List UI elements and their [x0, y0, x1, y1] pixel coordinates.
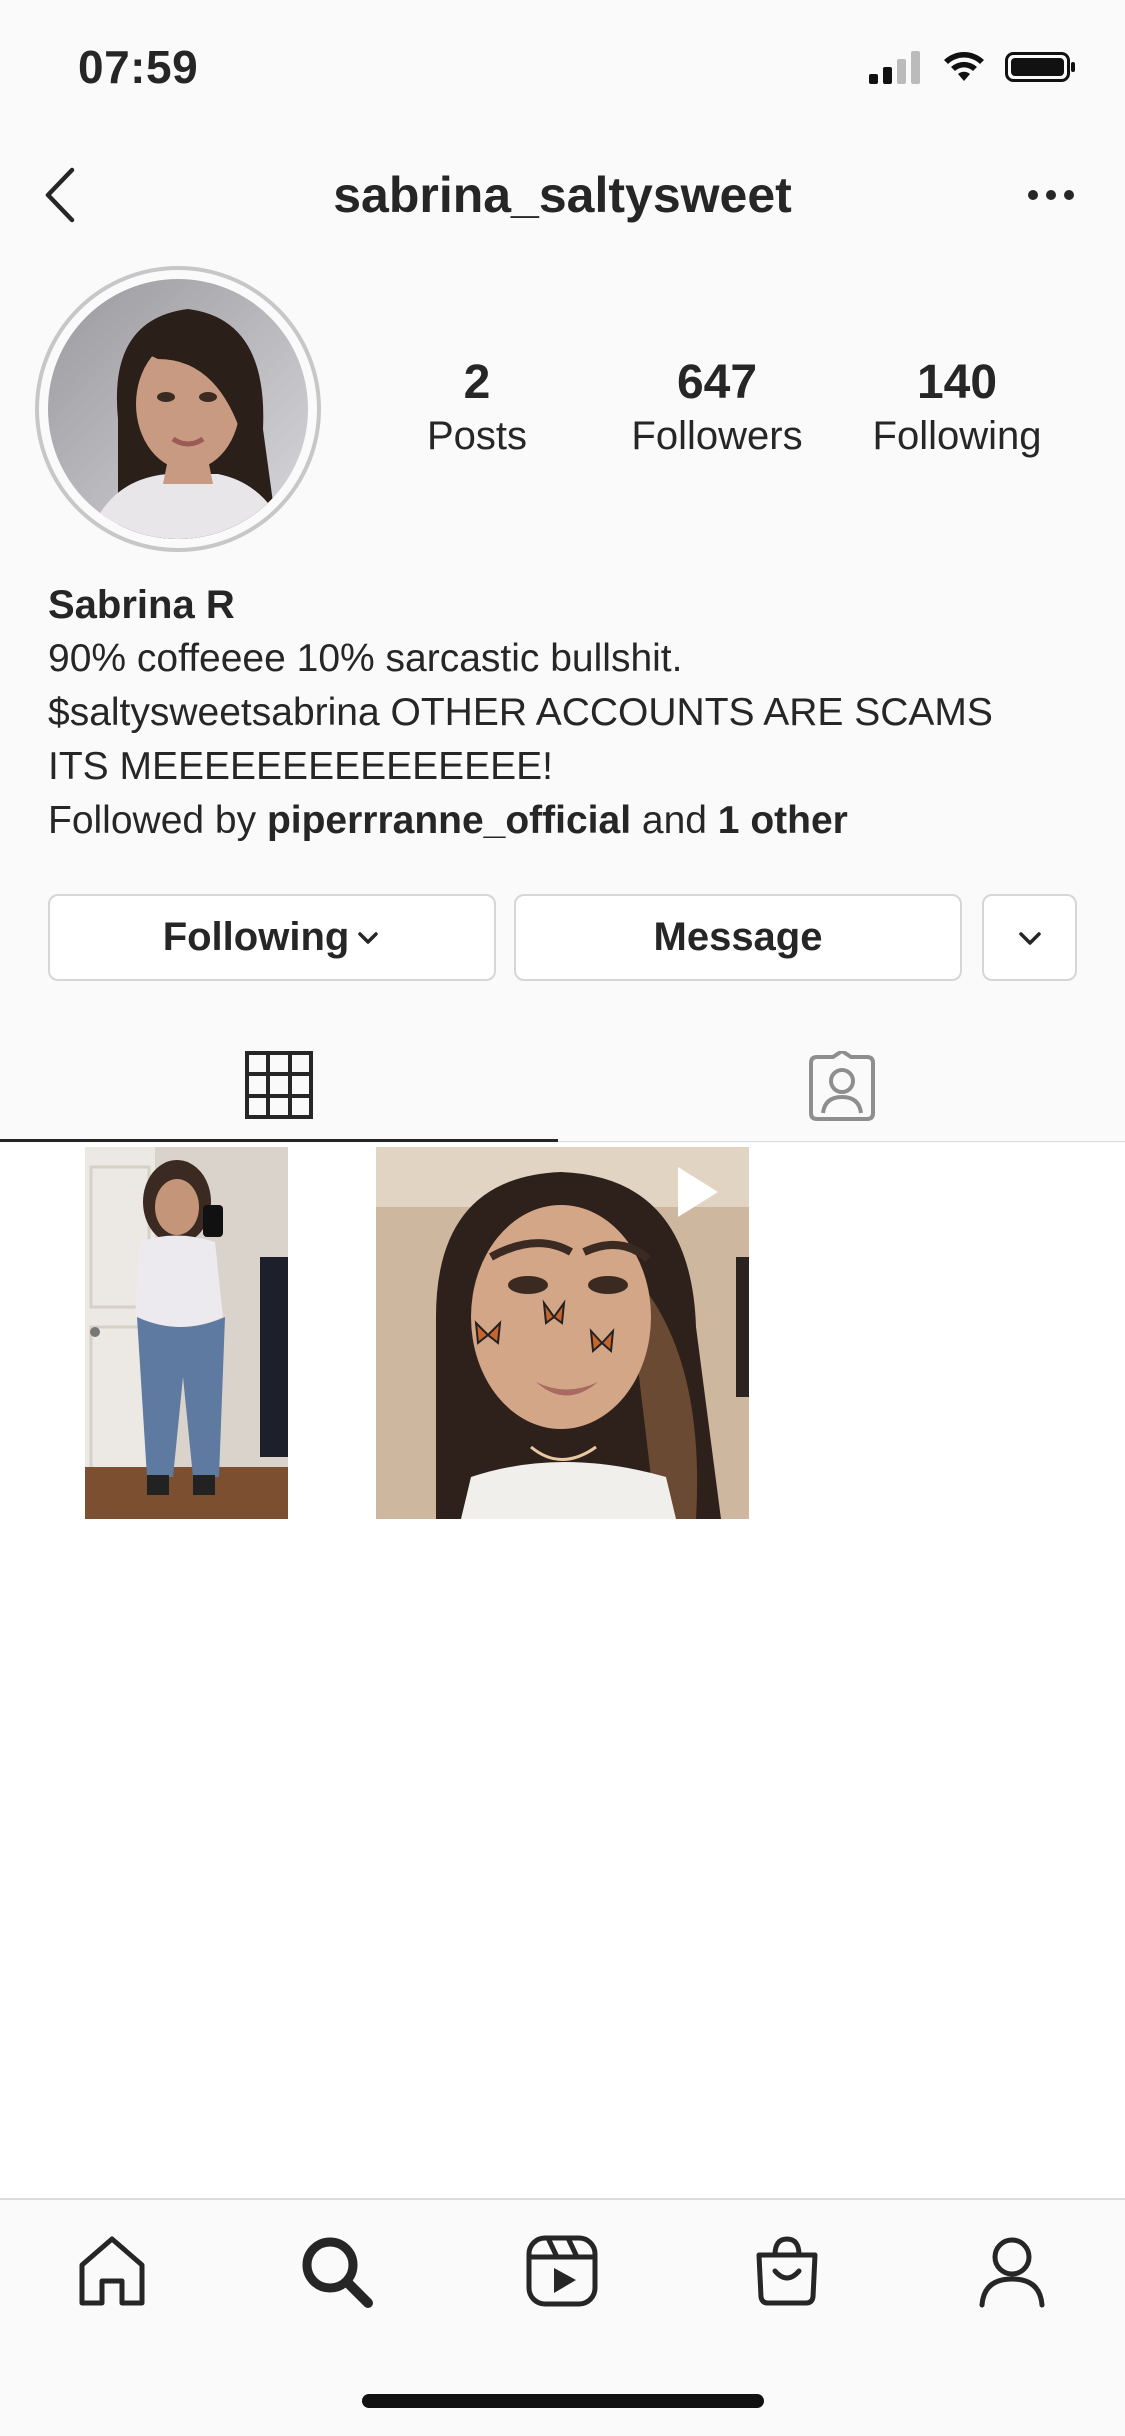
ellipsis-icon — [1028, 190, 1074, 200]
followed-by-user[interactable]: piperrranne_official — [267, 799, 631, 842]
nav-home[interactable] — [67, 2226, 157, 2316]
post-thumbnail[interactable] — [85, 1147, 288, 1519]
following-count[interactable]: 140 Following — [847, 355, 1067, 461]
home-icon — [79, 2236, 145, 2306]
followers-count[interactable]: 647 Followers — [607, 355, 827, 461]
profile-bio: Sabrina R 90% coffeeee 10% sarcastic bul… — [48, 578, 1088, 848]
following-button-label: Following — [162, 915, 350, 959]
more-options-button[interactable] — [1025, 180, 1077, 210]
home-indicator[interactable] — [362, 2394, 764, 2408]
shop-icon — [756, 2236, 818, 2306]
following-button[interactable]: Following — [48, 894, 496, 981]
grid-icon — [245, 1050, 313, 1119]
profile-name: Sabrina R — [48, 583, 235, 627]
profile-icon — [979, 2237, 1045, 2308]
bio-line: $saltysweetsabrina OTHER ACCOUNTS ARE SC… — [48, 691, 993, 734]
tagged-person-icon — [808, 1050, 875, 1121]
chevron-down-icon — [1018, 931, 1041, 945]
followers-count-label: Followers — [631, 414, 803, 458]
tab-posts-grid[interactable] — [0, 1030, 558, 1142]
followed-by-others[interactable]: 1 other — [718, 799, 848, 842]
posts-count-label: Posts — [426, 414, 528, 458]
bio-line: ITS MEEEEEEEEEEEEEEE! — [48, 745, 554, 788]
search-icon — [302, 2237, 373, 2308]
status-icons — [867, 50, 1077, 84]
posts-count[interactable]: 2 Posts — [367, 355, 587, 461]
bio-line: 90% coffeeee 10% sarcastic bullshit. — [48, 637, 683, 680]
followers-count-value: 647 — [676, 356, 758, 409]
message-button[interactable]: Message — [514, 894, 962, 981]
wifi-icon — [944, 52, 984, 81]
tab-tagged[interactable] — [558, 1030, 1125, 1142]
message-button-label: Message — [653, 915, 823, 959]
nav-reels[interactable] — [517, 2226, 607, 2316]
nav-search[interactable] — [291, 2226, 381, 2316]
chevron-down-icon — [358, 931, 379, 944]
nav-shop[interactable] — [742, 2226, 832, 2316]
followed-by-prefix: Followed by — [48, 799, 267, 842]
reels-icon — [526, 2235, 598, 2307]
avatar[interactable] — [48, 279, 308, 539]
nav-profile[interactable] — [967, 2226, 1057, 2316]
following-count-value: 140 — [916, 356, 998, 409]
cellular-signal-icon — [869, 51, 920, 84]
followed-by-line[interactable]: Followed by piperrranne_official and 1 o… — [48, 794, 1088, 848]
following-count-label: Following — [872, 414, 1042, 458]
suggested-accounts-button[interactable] — [982, 894, 1077, 981]
reel-thumbnail[interactable] — [376, 1147, 749, 1519]
profile-username-title: sabrina_saltysweet — [333, 167, 792, 223]
posts-count-value: 2 — [463, 356, 491, 409]
status-time: 07:59 — [78, 41, 199, 93]
battery-icon — [1005, 52, 1075, 82]
followed-by-mid: and — [631, 799, 718, 842]
